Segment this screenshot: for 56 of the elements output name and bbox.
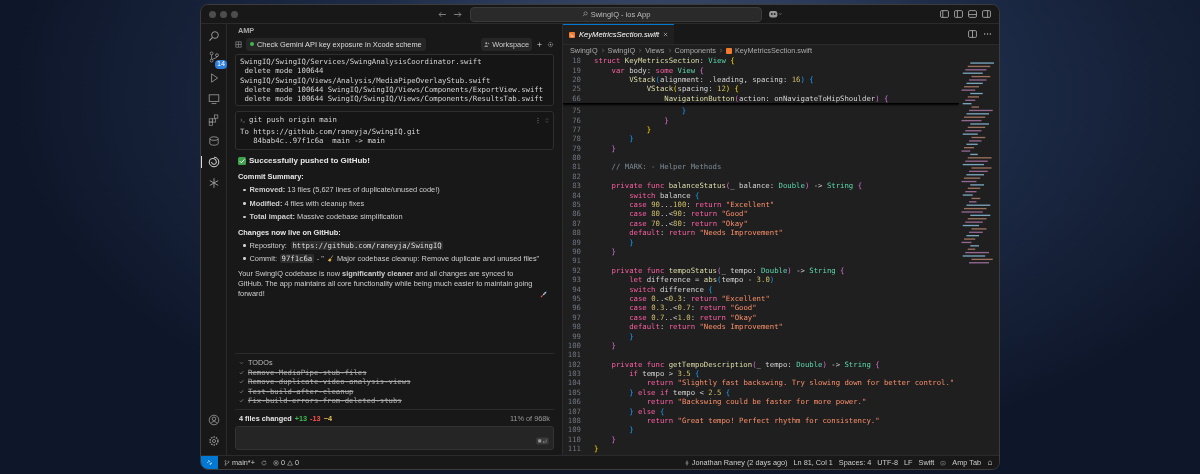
source-control-icon[interactable] bbox=[207, 51, 220, 63]
swift-file-icon bbox=[569, 31, 575, 38]
sync-icon[interactable] bbox=[260, 459, 267, 466]
search-icon[interactable] bbox=[207, 30, 220, 42]
swirl-icon[interactable] bbox=[208, 156, 220, 168]
forward-icon[interactable] bbox=[453, 10, 462, 18]
swift-file-icon bbox=[725, 47, 732, 54]
bullet-icon bbox=[243, 257, 246, 260]
error-icon bbox=[272, 459, 279, 466]
bullet-icon bbox=[243, 215, 246, 219]
settings-icon[interactable] bbox=[207, 435, 220, 447]
close-icon[interactable] bbox=[663, 32, 669, 37]
copilot-icon[interactable] bbox=[768, 9, 782, 19]
extensions-icon[interactable] bbox=[207, 114, 220, 126]
layout-icon[interactable] bbox=[954, 10, 963, 18]
notifications-icon[interactable] bbox=[987, 459, 993, 466]
split-editor-icon[interactable] bbox=[968, 30, 977, 38]
database-icon[interactable] bbox=[207, 135, 220, 147]
status-dot bbox=[250, 42, 254, 46]
layout-icon[interactable] bbox=[968, 10, 977, 18]
settings-icon[interactable] bbox=[547, 40, 554, 48]
layout-icon[interactable] bbox=[940, 10, 949, 18]
chevron-right-icon bbox=[718, 48, 723, 53]
back-icon[interactable] bbox=[438, 10, 447, 18]
broom-icon bbox=[326, 255, 334, 263]
chevron-right-icon bbox=[667, 48, 672, 53]
copilot-icon[interactable] bbox=[940, 459, 947, 466]
plus-icon[interactable] bbox=[536, 40, 543, 48]
chevron-right-icon bbox=[600, 48, 605, 53]
people-icon bbox=[484, 41, 491, 47]
branch-icon bbox=[224, 459, 230, 466]
warning-icon bbox=[287, 459, 293, 466]
account-icon[interactable] bbox=[207, 414, 220, 426]
bullet-icon bbox=[243, 244, 246, 247]
monitor-icon[interactable] bbox=[207, 93, 220, 105]
terminal-prompt-icon bbox=[240, 117, 246, 123]
remote-button[interactable] bbox=[201, 456, 218, 469]
grid-icon[interactable] bbox=[235, 40, 242, 48]
bullet-icon bbox=[243, 188, 246, 192]
enter-key-icon bbox=[536, 437, 549, 445]
check-icon bbox=[238, 156, 246, 165]
chevron-right-icon bbox=[638, 48, 643, 53]
checkmark-icon[interactable] bbox=[239, 370, 244, 376]
success-message: Successfully pushed to GitHub! bbox=[249, 156, 370, 166]
rocket-icon bbox=[540, 291, 547, 299]
search-icon bbox=[581, 11, 588, 17]
checkmark-icon[interactable] bbox=[239, 379, 244, 385]
bullet-icon bbox=[243, 202, 246, 205]
more-icon[interactable] bbox=[983, 30, 992, 38]
remote-icon bbox=[206, 459, 213, 466]
checkmark-icon[interactable] bbox=[239, 388, 244, 394]
checkmark-icon[interactable] bbox=[239, 397, 244, 403]
commit-icon bbox=[683, 459, 690, 466]
layout-icon[interactable] bbox=[982, 10, 991, 18]
message-input[interactable] bbox=[235, 426, 554, 450]
asterisk-icon[interactable] bbox=[207, 177, 220, 189]
